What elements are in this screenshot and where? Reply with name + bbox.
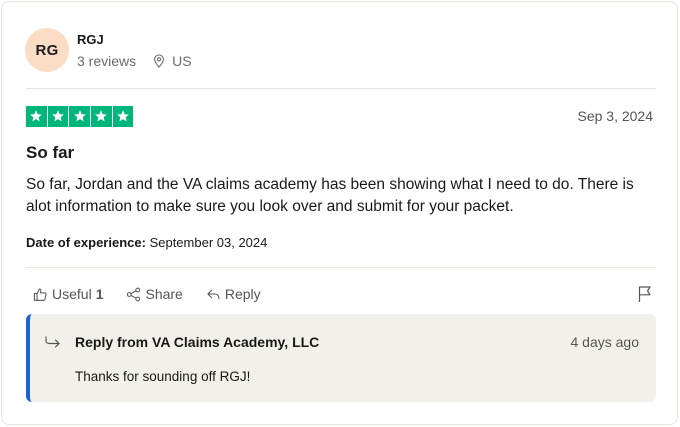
review-actions: Useful 1 Share Reply — [33, 286, 284, 302]
location-pin-icon — [153, 54, 165, 68]
avatar[interactable]: RG — [25, 28, 69, 72]
company-reply: Reply from VA Claims Academy, LLC 4 days… — [26, 314, 656, 402]
star-icon — [112, 106, 134, 127]
reply-button[interactable]: Reply — [206, 286, 261, 302]
reviewer-name[interactable]: RGJ — [77, 32, 104, 47]
useful-button[interactable]: Useful 1 — [33, 286, 103, 302]
reviewer-country: US — [172, 53, 192, 69]
experience-label: Date of experience: — [26, 235, 146, 250]
star-rating — [26, 106, 134, 127]
thumbs-up-icon — [33, 287, 52, 302]
star-icon — [47, 106, 69, 127]
useful-count: 1 — [95, 286, 104, 302]
share-label: Share — [145, 286, 183, 302]
reply-text: Thanks for sounding off RGJ! — [75, 369, 251, 384]
reviewer-meta: 3 reviews US — [77, 53, 192, 69]
review-title[interactable]: So far — [26, 143, 74, 163]
star-icon — [26, 106, 47, 127]
reply-from: Reply from VA Claims Academy, LLC — [75, 334, 320, 350]
reply-arrow-icon — [206, 287, 225, 302]
review-card: RG RGJ 3 reviews US Sep 3, 2024 So far S… — [1, 1, 678, 425]
flag-icon[interactable] — [637, 285, 653, 308]
review-count: 3 reviews — [77, 53, 137, 69]
reply-label: Reply — [224, 286, 261, 302]
review-date: Sep 3, 2024 — [577, 108, 653, 124]
divider — [26, 267, 656, 268]
date-of-experience: Date of experience: September 03, 2024 — [26, 235, 267, 250]
divider — [26, 88, 656, 89]
useful-label: Useful — [52, 286, 92, 302]
star-icon — [69, 106, 90, 127]
reply-date: 4 days ago — [570, 334, 640, 350]
experience-date: September 03, 2024 — [149, 235, 268, 250]
star-icon — [91, 106, 112, 127]
share-button[interactable]: Share — [126, 286, 183, 302]
share-icon — [126, 287, 145, 302]
reply-icon — [44, 335, 62, 354]
review-body: So far, Jordan and the VA claims academy… — [26, 176, 634, 215]
